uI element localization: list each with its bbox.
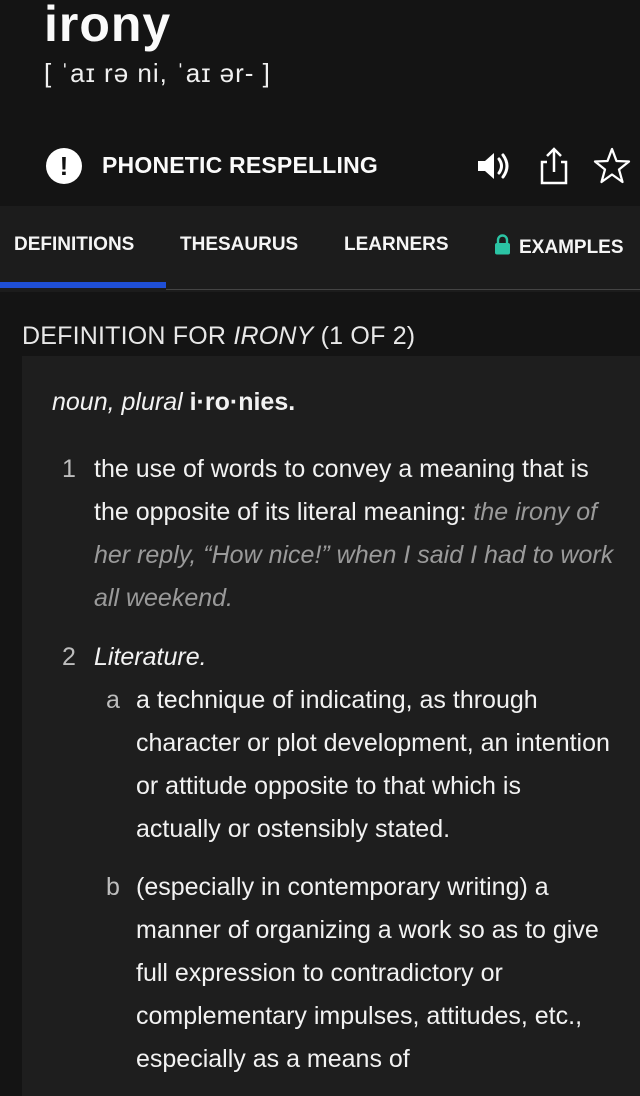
tab-examples-label: EXAMPLES xyxy=(519,237,624,258)
definition-title: DEFINITION FOR IRONY (1 OF 2) xyxy=(22,322,416,350)
star-icon[interactable] xyxy=(592,146,632,186)
phonetic-row: ! PHONETIC RESPELLING xyxy=(46,146,636,186)
alert-icon[interactable]: ! xyxy=(46,148,82,184)
subsense-a: a technique of indicating, as through ch… xyxy=(136,686,610,843)
speaker-icon[interactable] xyxy=(474,146,514,186)
tab-divider xyxy=(166,289,640,290)
share-icon[interactable] xyxy=(534,146,574,186)
word-header: irony [ ˈaɪ rə ni, ˈaɪ ər- ] ! PHONETIC … xyxy=(0,0,640,206)
tab-definitions[interactable]: DEFINITIONS xyxy=(14,234,134,256)
part-of-speech: noun, plural i·ro·nies. xyxy=(52,388,296,416)
sense-number: 2 xyxy=(62,643,76,671)
active-tab-indicator xyxy=(0,282,166,288)
subsense-b: (especially in contemporary writing) a m… xyxy=(136,873,599,1073)
definition-card: noun, plural i·ro·nies. 1 the use of wor… xyxy=(22,356,640,1096)
tab-thesaurus[interactable]: THESAURUS xyxy=(180,234,298,256)
sense-2-label: Literature. xyxy=(94,643,207,671)
plural-form: i·ro·nies. xyxy=(189,388,296,416)
subsense-letter: b xyxy=(106,873,120,901)
sense-number: 1 xyxy=(62,455,76,483)
tab-bar: DEFINITIONS THESAURUS LEARNERS EXAMPLES xyxy=(0,206,640,292)
subsense-letter: a xyxy=(106,686,120,714)
lock-icon xyxy=(495,234,510,255)
phonetic-respelling-button[interactable]: PHONETIC RESPELLING xyxy=(102,152,378,179)
pronunciation: [ ˈaɪ rə ni, ˈaɪ ər- ] xyxy=(44,58,271,88)
tab-learners[interactable]: LEARNERS xyxy=(344,234,449,256)
sense-1: the use of words to convey a meaning tha… xyxy=(94,448,624,620)
tab-examples[interactable]: EXAMPLES xyxy=(494,234,624,259)
headword: irony xyxy=(44,0,172,52)
